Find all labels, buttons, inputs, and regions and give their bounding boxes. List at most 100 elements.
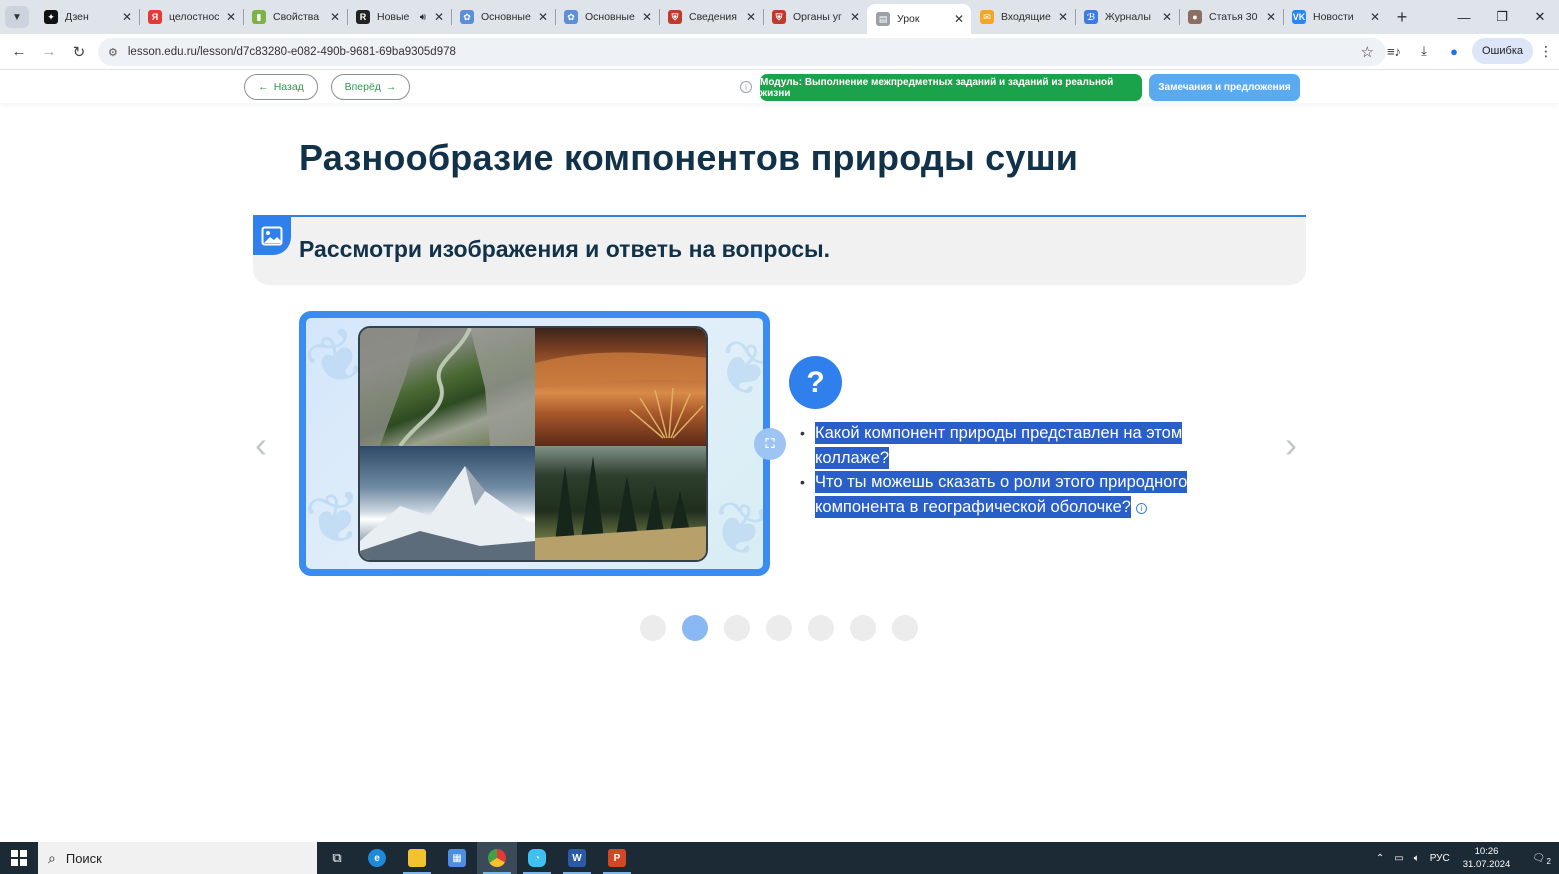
close-tab-icon[interactable]: ✕ [1262, 10, 1280, 24]
info-icon[interactable]: i [1135, 503, 1147, 515]
volume-icon[interactable]: 🔈︎ [1409, 853, 1425, 864]
browser-tab[interactable]: ▮ Свойства ✕ [243, 0, 347, 34]
file-explorer-icon[interactable] [397, 842, 437, 874]
tab-title: Журналы [1105, 11, 1151, 23]
tab-favicon-icon: ℬ [1084, 10, 1098, 24]
task-view-icon[interactable]: ⧉ [317, 842, 357, 874]
pagination-dot[interactable] [808, 615, 834, 641]
tab-favicon-icon: ▮ [252, 10, 266, 24]
close-tab-icon[interactable]: ✕ [118, 10, 136, 24]
taskbar-search[interactable]: ⌕ Поиск [38, 842, 317, 874]
back-button[interactable]: ← Назад [244, 74, 318, 100]
desert-photo [535, 328, 706, 446]
account-icon[interactable]: ● [1442, 44, 1466, 59]
question-icon: ? [789, 356, 842, 409]
edge-icon[interactable]: e [357, 842, 397, 874]
restore-icon[interactable]: ❐ [1483, 0, 1521, 34]
tab-title: Органы уг [793, 11, 842, 23]
clock-time: 10:26 [1474, 846, 1499, 857]
tab-audio-icon[interactable]: 🔊︎ [420, 12, 426, 23]
notifications-icon[interactable]: 🗨︎ 2 [1518, 853, 1559, 866]
close-tab-icon[interactable]: ✕ [1158, 10, 1176, 24]
browser-tab[interactable]: Яцелостнос ✕ [139, 0, 243, 34]
reload-icon[interactable]: ↻ [64, 43, 94, 61]
chevron-up-icon[interactable]: ⌃ [1371, 853, 1389, 864]
media-control-icon[interactable]: ≡♪ [1382, 44, 1406, 59]
browser-tab[interactable]: ✿ Основные ✕ [555, 0, 659, 34]
close-tab-icon[interactable]: ✕ [638, 10, 656, 24]
close-tab-icon[interactable]: ✕ [326, 10, 344, 24]
nature-collage-image[interactable] [358, 326, 708, 562]
fullscreen-icon[interactable]: ⛶ [754, 428, 786, 460]
pagination-dot[interactable] [850, 615, 876, 641]
url-text: lesson.edu.ru/lesson/d7c83280-e082-490b-… [127, 46, 456, 58]
network-icon[interactable]: ▭ [1389, 853, 1408, 864]
bookmark-star-icon[interactable]: ☆ [1361, 43, 1374, 61]
browser-tab[interactable]: ▤ Урок ✕ [867, 4, 971, 34]
system-tray: ⌃ ▭ 🔈︎ РУС 10:26 31.07.2024 🗨︎ 2 [1371, 842, 1559, 874]
store-icon[interactable]: ▦ [437, 842, 477, 874]
tab-favicon-icon: ✉ [980, 10, 994, 24]
pagination-dot[interactable] [766, 615, 792, 641]
taskbar-search-placeholder: Поиск [65, 850, 102, 866]
browser-tab[interactable]: ✉ Входящие ✕ [971, 0, 1075, 34]
close-tab-icon[interactable]: ✕ [1366, 10, 1384, 24]
toolbar-actions: ≡♪ ⤓ ● Ошибка ⋮ [1382, 38, 1553, 64]
feedback-button[interactable]: Замечания и предложения [1149, 74, 1300, 101]
close-tab-icon[interactable]: ✕ [222, 10, 240, 24]
browser-tab[interactable]: ✿ Основные ✕ [451, 0, 555, 34]
site-info-icon[interactable]: ⚙ [108, 46, 118, 59]
tab-favicon-icon: ⛨ [668, 10, 682, 24]
browser-tab[interactable]: R Новые 🔊︎ ✕ [347, 0, 451, 34]
menu-icon[interactable]: ⋮ [1539, 43, 1553, 60]
close-window-icon[interactable]: ✕ [1521, 0, 1559, 34]
tab-search-button[interactable]: ▼ [5, 6, 29, 28]
pagination-dot[interactable] [640, 615, 666, 641]
pagination-dot[interactable] [892, 615, 918, 641]
forward-button-label: Вперёд [344, 81, 381, 93]
close-tab-icon[interactable]: ✕ [742, 10, 760, 24]
module-button[interactable]: Модуль: Выполнение межпредметных заданий… [760, 74, 1142, 101]
tab-strip: ▼ ✦ Дзен ✕ Яцелостнос ✕ ▮ Свойства ✕ R Новые 🔊︎ ✕ ✿ О… [0, 0, 1559, 34]
powerpoint-icon[interactable]: P [597, 842, 637, 874]
new-tab-button[interactable]: + [1389, 7, 1415, 28]
carousel-next-icon[interactable]: › [1285, 424, 1297, 466]
tab-favicon-icon: ✦ [44, 10, 58, 24]
browser-tab[interactable]: VK Новости ✕ [1283, 0, 1387, 34]
word-icon[interactable]: W [557, 842, 597, 874]
browser-tab[interactable]: ℬ Журналы ✕ [1075, 0, 1179, 34]
browser-tab[interactable]: ● Статья 30 ✕ [1179, 0, 1283, 34]
address-bar[interactable]: ⚙ lesson.edu.ru/lesson/d7c83280-e082-490… [98, 38, 1386, 66]
pagination-dot[interactable] [724, 615, 750, 641]
forward-icon[interactable]: → [34, 43, 64, 60]
close-tab-icon[interactable]: ✕ [430, 10, 448, 24]
canyon-photo [360, 328, 535, 446]
info-icon[interactable]: i [740, 81, 752, 93]
window-controls: — ❐ ✕ [1445, 0, 1559, 34]
forward-button[interactable]: Вперёд → [331, 74, 410, 100]
tab-title: Новые [377, 11, 410, 23]
tab-title: Сведения [689, 11, 737, 23]
tab-title: Статья 30 [1209, 11, 1258, 23]
profile-error-button[interactable]: Ошибка [1472, 38, 1533, 64]
browser-tab[interactable]: ⛨ Сведения ✕ [659, 0, 763, 34]
browser-tab[interactable]: ⛨ Органы уг ✕ [763, 0, 867, 34]
question-list: Какой компонент природы представлен на э… [800, 421, 1230, 519]
back-icon[interactable]: ← [4, 43, 34, 60]
forest-photo [535, 446, 706, 560]
browser-tab[interactable]: ✦ Дзен ✕ [35, 0, 139, 34]
clock[interactable]: 10:26 31.07.2024 [1455, 845, 1519, 871]
windows-start-icon[interactable] [0, 842, 38, 874]
close-tab-icon[interactable]: ✕ [534, 10, 552, 24]
carousel-prev-icon[interactable]: ‹ [255, 424, 267, 466]
messenger-icon[interactable]: ◔ [517, 842, 557, 874]
minimize-icon[interactable]: — [1445, 0, 1483, 34]
download-icon[interactable]: ⤓ [1412, 43, 1436, 59]
close-tab-icon[interactable]: ✕ [950, 12, 968, 26]
close-tab-icon[interactable]: ✕ [846, 10, 864, 24]
close-tab-icon[interactable]: ✕ [1054, 10, 1072, 24]
chrome-icon[interactable] [477, 842, 517, 874]
pagination-dot[interactable] [682, 615, 708, 641]
back-button-label: Назад [273, 81, 304, 93]
language-indicator[interactable]: РУС [1425, 853, 1455, 864]
